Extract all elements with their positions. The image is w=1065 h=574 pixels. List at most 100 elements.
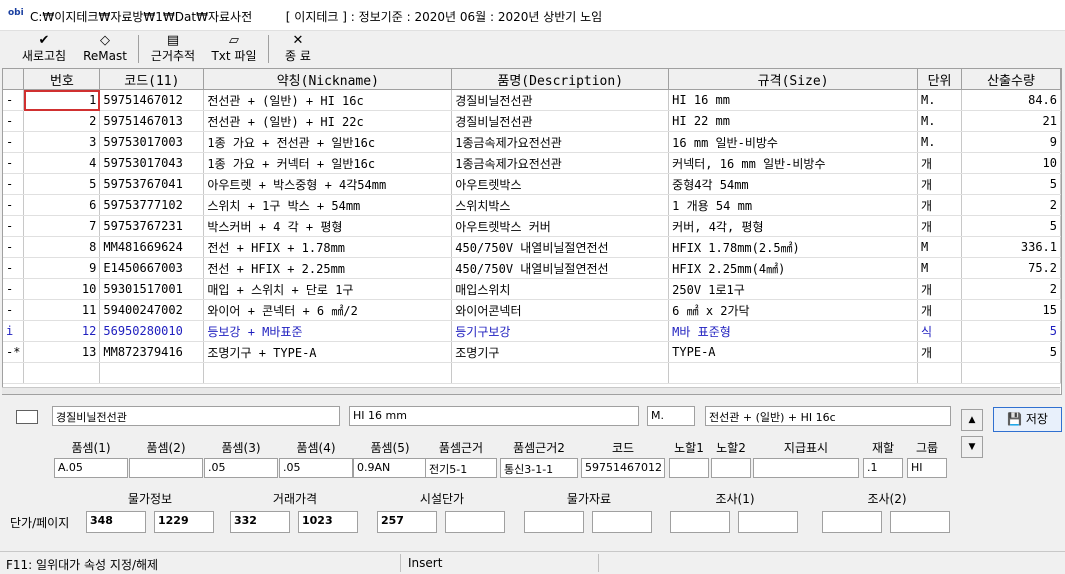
row-unit[interactable]: 개 [917,299,963,321]
row-unit[interactable]: M. [917,89,963,111]
row-code[interactable]: MM872379416 [99,341,205,363]
row-code[interactable]: 59753767231 [99,215,205,237]
row-quantity[interactable]: 75.2 [961,257,1061,279]
row-size[interactable]: HFIX 2.25mm(4㎟) [668,257,919,279]
estimate-field[interactable]: 59751467012 [581,458,665,478]
row-nickname[interactable]: 1종 가요 + 전선관 + 일반16c [203,131,453,153]
row-description[interactable]: 매입스위치 [451,278,670,300]
item-grid[interactable]: 번호 코드(11) 약칭(Nickname) 품명(Description) 규… [2,68,1062,395]
row-number[interactable]: 4 [23,152,101,174]
price-field[interactable] [890,511,950,533]
row-quantity[interactable]: 5 [961,320,1061,342]
row-description[interactable]: 와이어콘넥터 [451,299,670,321]
column-header-quantity[interactable]: 산출수량 [961,69,1061,90]
row-description[interactable]: 경질비닐전선관 [451,89,670,111]
row-nickname[interactable]: 전선관 + (일반) + HI 16c [203,89,453,111]
desc-field[interactable]: 경질비닐전선관 [52,406,340,426]
estimate-field[interactable] [753,458,859,478]
save-button[interactable]: 💾 저장 [993,407,1062,432]
row-unit[interactable]: M [917,257,963,279]
exit-button[interactable]: ✕ 종 료 [276,33,320,65]
trace-button[interactable]: ▤ 근거추적 [146,33,200,65]
estimate-field[interactable]: .1 [863,458,903,478]
row-description[interactable]: 아우트렛박스 커버 [451,215,670,237]
row-unit[interactable]: M [917,236,963,258]
row-size[interactable]: 커버, 4각, 평형 [668,215,919,237]
row-code[interactable]: 59753017003 [99,131,205,153]
row-number[interactable]: 9 [23,257,101,279]
row-description[interactable]: 1종금속제가요전선관 [451,152,670,174]
row-nickname[interactable]: 조명기구 + TYPE-A [203,341,453,363]
row-size[interactable]: TYPE-A [668,341,919,363]
row-unit[interactable]: 개 [917,173,963,195]
row-code[interactable]: 59301517001 [99,278,205,300]
table-row[interactable]: -5 59753767041 아우트렛 + 박스중형 + 4각54mm 아우트렛박스 중… [3,173,1061,195]
row-number[interactable]: 8 [23,236,101,258]
column-header-size[interactable]: 규격(Size) [668,69,919,90]
price-field[interactable] [738,511,798,533]
row-quantity[interactable]: 84.6 [961,89,1061,111]
row-flag[interactable]: - [3,236,25,258]
price-field[interactable]: 348 [86,511,146,533]
row-size[interactable]: 250V 1로1구 [668,278,919,300]
table-row[interactable]: -7 59753767231 박스커버 + 4 각 + 평형 아우트렛박스 커버 커버,… [3,215,1061,237]
row-unit[interactable]: 식 [917,320,963,342]
row-quantity[interactable]: 9 [961,131,1061,153]
table-row[interactable]: -10 59301517001 매입 + 스위치 + 단로 1구 매입스위치 250V … [3,278,1061,300]
row-unit[interactable]: 개 [917,194,963,216]
row-nickname[interactable]: 와이어 + 콘넥터 + 6 ㎟/2 [203,299,453,321]
row-nickname[interactable]: 전선관 + (일반) + HI 22c [203,110,453,132]
row-quantity[interactable]: 336.1 [961,236,1061,258]
row-nickname[interactable]: 전선 + HFIX + 2.25mm [203,257,453,279]
row-description[interactable]: 경질비닐전선관 [451,110,670,132]
estimate-field[interactable] [711,458,751,478]
scroll-down-button[interactable]: ▼ [961,436,983,458]
table-row[interactable]: -4 59753017043 1종 가요 + 커넥터 + 일반16c 1종금속제가요전… [3,152,1061,174]
row-description[interactable]: 스위치박스 [451,194,670,216]
row-size[interactable]: 중형4각 54mm [668,173,919,195]
row-quantity[interactable]: 15 [961,299,1061,321]
row-nickname[interactable]: 등보강 + M바표준 [203,320,453,342]
row-description[interactable]: 아우트렛박스 [451,173,670,195]
row-number[interactable]: 3 [23,131,101,153]
unit-field[interactable]: M. [647,406,695,426]
row-flag[interactable]: i [3,320,25,342]
row-flag[interactable]: - [3,110,25,132]
row-size[interactable]: M바 표준형 [668,320,919,342]
row-quantity[interactable]: 21 [961,110,1061,132]
row-code[interactable]: MM481669624 [99,236,205,258]
row-description[interactable]: 450/750V 내열비닐절연전선 [451,236,670,258]
row-flag[interactable]: - [3,257,25,279]
column-header-nickname[interactable]: 약칭(Nickname) [203,69,453,90]
row-number[interactable]: 10 [23,278,101,300]
row-unit[interactable]: 개 [917,152,963,174]
row-unit[interactable]: M. [917,131,963,153]
row-unit[interactable]: 개 [917,278,963,300]
estimate-field[interactable]: .05 [204,458,278,478]
estimate-field[interactable] [669,458,709,478]
price-field[interactable] [592,511,652,533]
price-field[interactable]: 1023 [298,511,358,533]
row-unit[interactable]: 개 [917,341,963,363]
row-quantity[interactable]: 5 [961,173,1061,195]
row-description[interactable]: 등기구보강 [451,320,670,342]
estimate-field[interactable]: HI [907,458,947,478]
txt-file-button[interactable]: ▱ Txt 파일 [208,33,260,65]
row-flag[interactable]: - [3,152,25,174]
column-header-code[interactable]: 코드(11) [99,69,205,90]
column-header-no[interactable]: 번호 [23,69,101,90]
column-header-description[interactable]: 품명(Description) [451,69,670,90]
estimate-field[interactable] [129,458,203,478]
row-code[interactable]: 56950280010 [99,320,205,342]
row-number[interactable]: 11 [23,299,101,321]
row-number[interactable]: 7 [23,215,101,237]
row-number[interactable]: 12 [23,320,101,342]
row-unit[interactable]: 개 [917,215,963,237]
row-number[interactable]: 6 [23,194,101,216]
row-description[interactable]: 450/750V 내열비닐절연전선 [451,257,670,279]
price-field[interactable]: 257 [377,511,437,533]
row-nickname[interactable]: 아우트렛 + 박스중형 + 4각54mm [203,173,453,195]
row-code[interactable]: 59753777102 [99,194,205,216]
row-quantity[interactable]: 2 [961,194,1061,216]
table-row[interactable]: -* 13 MM872379416 조명기구 + TYPE-A 조명기구 TYPE-A 개 5 [3,341,1061,363]
